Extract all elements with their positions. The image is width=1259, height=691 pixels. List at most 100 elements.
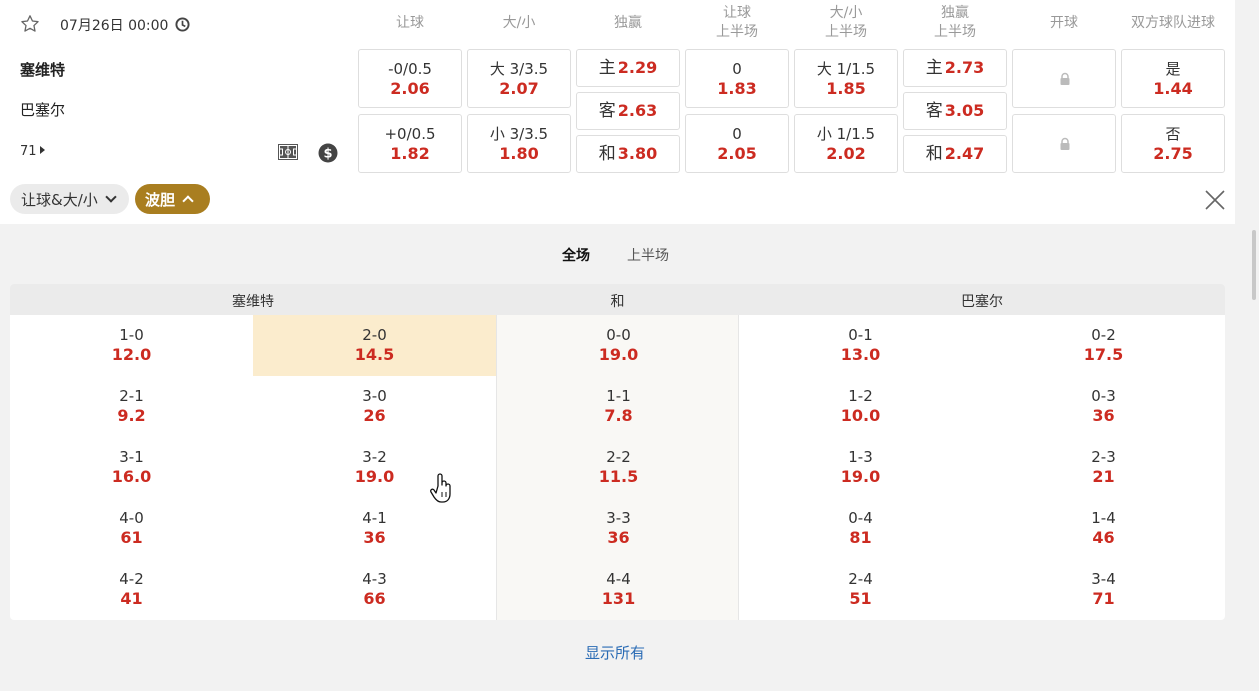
score-cell[interactable]: 2-1 9.2 bbox=[10, 376, 253, 437]
score-cell[interactable]: 4-0 61 bbox=[10, 498, 253, 559]
grid-header-home: 塞维特 bbox=[232, 294, 274, 310]
score-label: 2-0 bbox=[362, 326, 387, 344]
score-label: 1-0 bbox=[119, 326, 144, 344]
odds-total-over[interactable]: 大 3/3.5 2.07 bbox=[467, 49, 571, 108]
odds-handicap-home[interactable]: -0/0.5 2.06 bbox=[358, 49, 462, 108]
header-win: 独赢 bbox=[614, 14, 642, 31]
odds-handicap-half-away[interactable]: 0 2.05 bbox=[685, 114, 789, 173]
scrollbar-thumb[interactable] bbox=[1252, 230, 1256, 300]
score-cell[interactable]: 0-2 17.5 bbox=[982, 315, 1225, 376]
odds-win-home[interactable]: 主 2.29 bbox=[576, 49, 680, 87]
svg-text:$: $ bbox=[323, 147, 332, 162]
odds-win-draw[interactable]: 和 3.80 bbox=[576, 135, 680, 173]
score-label: 1-3 bbox=[848, 448, 873, 466]
header-btts: 双方球队进球 bbox=[1131, 14, 1215, 31]
score-cell[interactable]: 2-3 21 bbox=[982, 437, 1225, 498]
odds-handicap-away[interactable]: +0/0.5 1.82 bbox=[358, 114, 462, 173]
score-cell[interactable]: 2-0 14.5 bbox=[253, 315, 496, 376]
score-cell[interactable]: 0-1 13.0 bbox=[739, 315, 982, 376]
score-cell[interactable]: 3-1 16.0 bbox=[10, 437, 253, 498]
odds-handicap-half-home[interactable]: 0 1.83 bbox=[685, 49, 789, 108]
lock-icon bbox=[1060, 72, 1070, 85]
score-cell[interactable]: 1-1 7.8 bbox=[497, 376, 740, 437]
cashout-icon[interactable]: $ bbox=[318, 143, 338, 163]
chevron-down-icon bbox=[105, 191, 117, 203]
tab-full-time[interactable]: 全场 bbox=[562, 245, 590, 265]
score-odd: 9.2 bbox=[117, 406, 146, 425]
hand-cursor-icon bbox=[430, 473, 451, 503]
score-odd: 19.0 bbox=[840, 467, 881, 486]
header-handicap: 让球 bbox=[396, 14, 424, 31]
score-odd: 17.5 bbox=[1083, 345, 1124, 364]
correct-score-pill[interactable]: 波胆 bbox=[135, 184, 210, 214]
score-odd: 19.0 bbox=[354, 467, 395, 486]
odds-total-half-over[interactable]: 大 1/1.5 1.85 bbox=[794, 49, 898, 108]
chevron-up-icon bbox=[182, 195, 194, 207]
score-cell[interactable]: 3-4 71 bbox=[982, 559, 1225, 620]
score-label: 0-0 bbox=[606, 326, 631, 344]
odds-win-half-draw[interactable]: 和 2.47 bbox=[903, 135, 1007, 173]
odds-total-under[interactable]: 小 3/3.5 1.80 bbox=[467, 114, 571, 173]
odds-kickoff-home-locked bbox=[1012, 49, 1116, 108]
odds-win-half-away[interactable]: 客 3.05 bbox=[903, 92, 1007, 130]
match-minute[interactable]: 71 bbox=[20, 144, 45, 159]
score-cell[interactable]: 0-3 36 bbox=[982, 376, 1225, 437]
score-label: 4-0 bbox=[119, 509, 144, 527]
header-handicap-half: 让球 上半场 bbox=[716, 5, 758, 40]
score-cell[interactable]: 4-4 131 bbox=[497, 559, 740, 620]
score-cell[interactable]: 3-0 26 bbox=[253, 376, 496, 437]
grid-header-draw: 和 bbox=[610, 294, 625, 310]
score-odd: 36 bbox=[363, 528, 386, 547]
score-label: 4-2 bbox=[119, 570, 144, 588]
caret-right-icon bbox=[39, 146, 45, 154]
score-cell[interactable]: 4-2 41 bbox=[10, 559, 253, 620]
header-kickoff: 开球 bbox=[1050, 14, 1078, 31]
score-column-draw: 0-0 19.0 1-1 7.8 2-2 11.5 3-3 36 4-4 131 bbox=[496, 315, 739, 620]
score-column-away-1: 0-1 13.0 1-2 10.0 1-3 19.0 0-4 81 2-4 51 bbox=[739, 315, 982, 620]
score-label: 0-3 bbox=[1091, 387, 1116, 405]
odds-total-half-under[interactable]: 小 1/1.5 2.02 bbox=[794, 114, 898, 173]
score-odd: 26 bbox=[363, 406, 386, 425]
market-filter-pill[interactable]: 让球&大/小 bbox=[10, 184, 129, 214]
period-tabs: 全场 上半场 bbox=[0, 245, 1235, 265]
header-win-half: 独赢 上半场 bbox=[934, 5, 976, 40]
tab-first-half[interactable]: 上半场 bbox=[627, 245, 669, 265]
score-cell[interactable]: 4-3 66 bbox=[253, 559, 496, 620]
score-cell[interactable]: 0-0 19.0 bbox=[497, 315, 740, 376]
score-label: 3-0 bbox=[362, 387, 387, 405]
score-cell[interactable]: 4-1 36 bbox=[253, 498, 496, 559]
header-total-half: 大/小 上半场 bbox=[825, 5, 867, 40]
score-odd: 10.0 bbox=[840, 406, 881, 425]
score-cell[interactable]: 1-4 46 bbox=[982, 498, 1225, 559]
score-label: 1-1 bbox=[606, 387, 631, 405]
score-label: 0-1 bbox=[848, 326, 873, 344]
home-team: 塞维特 bbox=[20, 61, 66, 79]
odds-win-away[interactable]: 客 2.63 bbox=[576, 92, 680, 130]
score-odd: 16.0 bbox=[111, 467, 152, 486]
score-cell[interactable]: 2-2 11.5 bbox=[497, 437, 740, 498]
score-label: 1-2 bbox=[848, 387, 873, 405]
pitch-icon[interactable] bbox=[277, 142, 299, 162]
score-cell[interactable]: 1-0 12.0 bbox=[10, 315, 253, 376]
score-cell[interactable]: 3-2 19.0 bbox=[253, 437, 496, 498]
score-cell[interactable]: 1-3 19.0 bbox=[739, 437, 982, 498]
odds-btts-no[interactable]: 否 2.75 bbox=[1121, 114, 1225, 173]
odds-win-half-home[interactable]: 主 2.73 bbox=[903, 49, 1007, 87]
close-icon[interactable] bbox=[1204, 189, 1226, 211]
score-label: 2-4 bbox=[848, 570, 873, 588]
star-icon[interactable] bbox=[20, 14, 40, 34]
score-odd: 13.0 bbox=[840, 345, 881, 364]
grid-header: 塞维特 和 巴塞尔 bbox=[10, 284, 1225, 315]
score-label: 1-4 bbox=[1091, 509, 1116, 527]
score-cell[interactable]: 0-4 81 bbox=[739, 498, 982, 559]
lock-icon bbox=[1060, 137, 1070, 150]
score-cell[interactable]: 3-3 36 bbox=[497, 498, 740, 559]
odds-btts-yes[interactable]: 是 1.44 bbox=[1121, 49, 1225, 108]
score-odd: 46 bbox=[1092, 528, 1115, 547]
score-cell[interactable]: 1-2 10.0 bbox=[739, 376, 982, 437]
score-label: 4-4 bbox=[606, 570, 631, 588]
score-cell[interactable]: 2-4 51 bbox=[739, 559, 982, 620]
score-label: 3-3 bbox=[606, 509, 631, 527]
score-label: 3-1 bbox=[119, 448, 144, 466]
show-all-link[interactable]: 显示所有 bbox=[585, 642, 645, 663]
